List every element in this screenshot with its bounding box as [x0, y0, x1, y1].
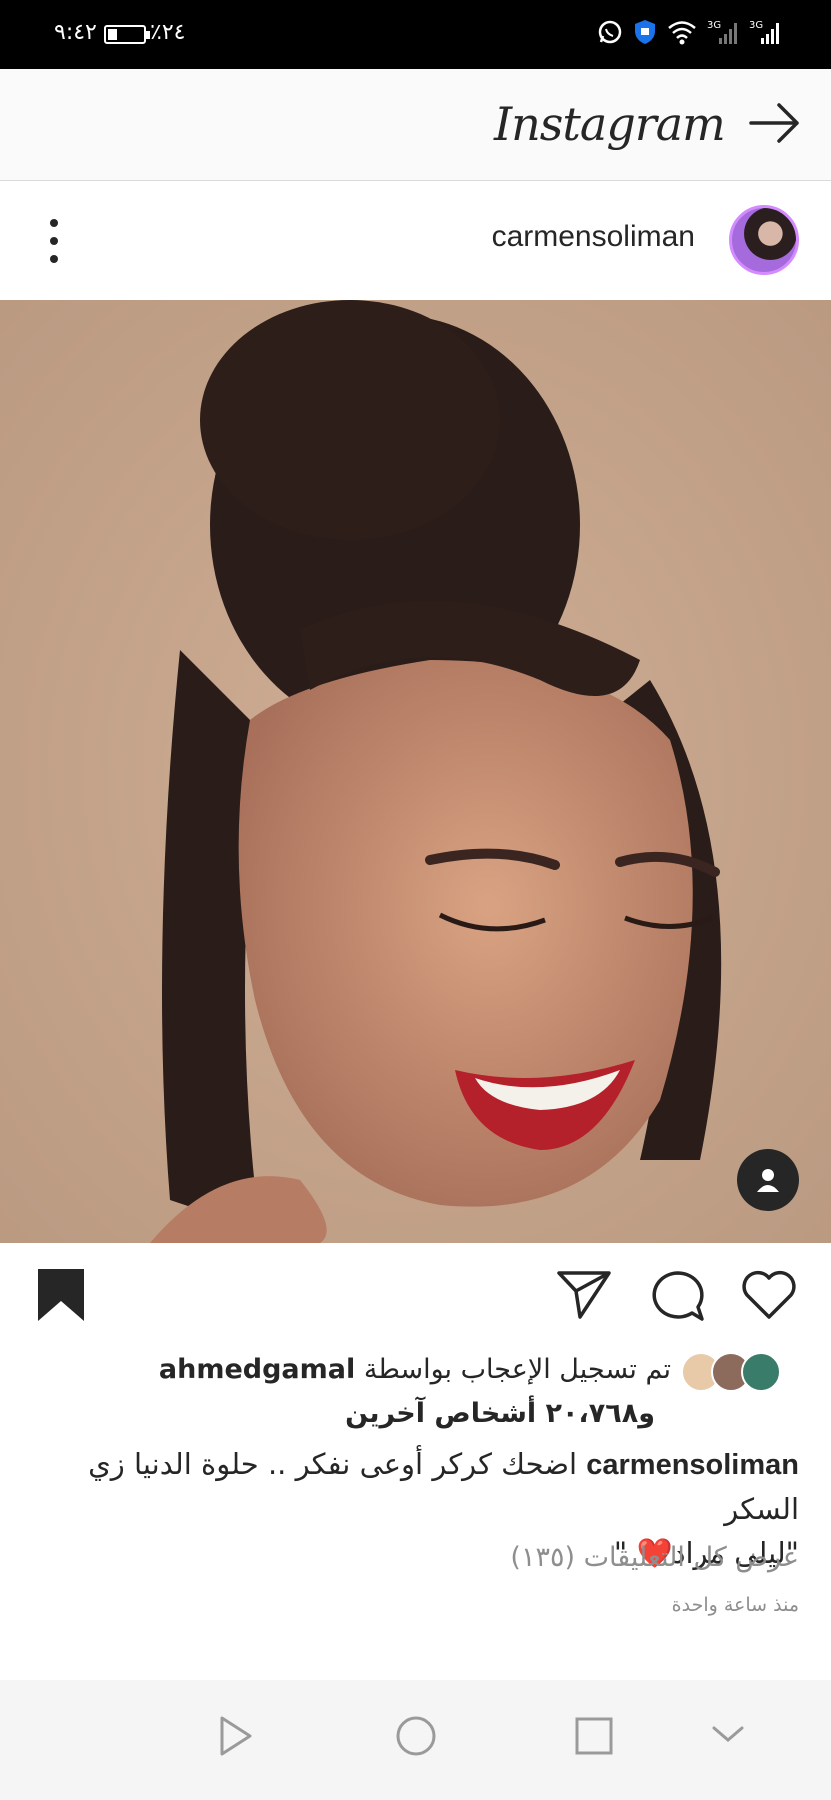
network-label: 3G	[749, 20, 763, 31]
view-all-comments-link[interactable]: عرض كل التعليقات (١٣٥)	[510, 1542, 799, 1573]
wifi-icon	[668, 21, 696, 45]
signal-icon: 3G	[749, 20, 779, 44]
shield-icon	[635, 20, 655, 44]
heart-icon[interactable]	[740, 1269, 798, 1321]
recents-square-icon[interactable]	[572, 1714, 616, 1758]
battery-percent: ٪٢٤	[150, 20, 186, 45]
signal-icon: 3G	[707, 20, 737, 44]
more-vertical-icon[interactable]	[44, 219, 64, 263]
status-bar: ٩:٤٢ ٪٢٤ 3G 3G	[0, 0, 831, 69]
status-icons: 3G 3G	[597, 18, 781, 46]
photo-illustration	[0, 300, 831, 1243]
post-image[interactable]	[0, 300, 831, 1243]
back-triangle-icon[interactable]	[216, 1714, 256, 1758]
likes-prefix: تم تسجيل الإعجاب بواسطة	[363, 1354, 671, 1385]
person-icon	[757, 1169, 779, 1192]
network-label: 3G	[707, 20, 721, 31]
post-timestamp: منذ ساعة واحدة	[671, 1594, 799, 1616]
likes-others[interactable]: و٢٠،٧٦٨ أشخاص آخرين	[345, 1398, 655, 1429]
arrow-right-icon[interactable]	[747, 99, 803, 147]
avatar	[741, 1352, 781, 1392]
app-header: Instagram	[0, 69, 831, 181]
status-time: ٩:٤٢	[54, 20, 97, 45]
comment-icon[interactable]	[650, 1269, 706, 1323]
post-actions	[0, 1243, 831, 1353]
bookmark-icon[interactable]	[36, 1267, 86, 1325]
battery-level	[108, 29, 117, 40]
whatsapp-icon	[598, 20, 622, 44]
liked-by-user[interactable]: ahmedgamal	[159, 1354, 355, 1385]
home-circle-icon[interactable]	[394, 1714, 438, 1758]
battery-icon	[104, 25, 150, 44]
chevron-down-icon[interactable]	[710, 1722, 746, 1746]
caption-username[interactable]: carmensoliman	[586, 1449, 799, 1481]
likes-text[interactable]: تم تسجيل الإعجاب بواسطة ahmedgamal	[159, 1354, 671, 1385]
system-nav-bar	[0, 1680, 831, 1800]
instagram-logo: Instagram	[494, 97, 726, 151]
post-username[interactable]: carmensoliman	[492, 220, 695, 254]
liked-by-avatars[interactable]	[681, 1352, 781, 1392]
avatar[interactable]	[729, 205, 799, 275]
send-icon[interactable]	[556, 1269, 612, 1321]
post-header: carmensoliman	[0, 181, 831, 300]
tag-badge[interactable]	[737, 1149, 799, 1211]
